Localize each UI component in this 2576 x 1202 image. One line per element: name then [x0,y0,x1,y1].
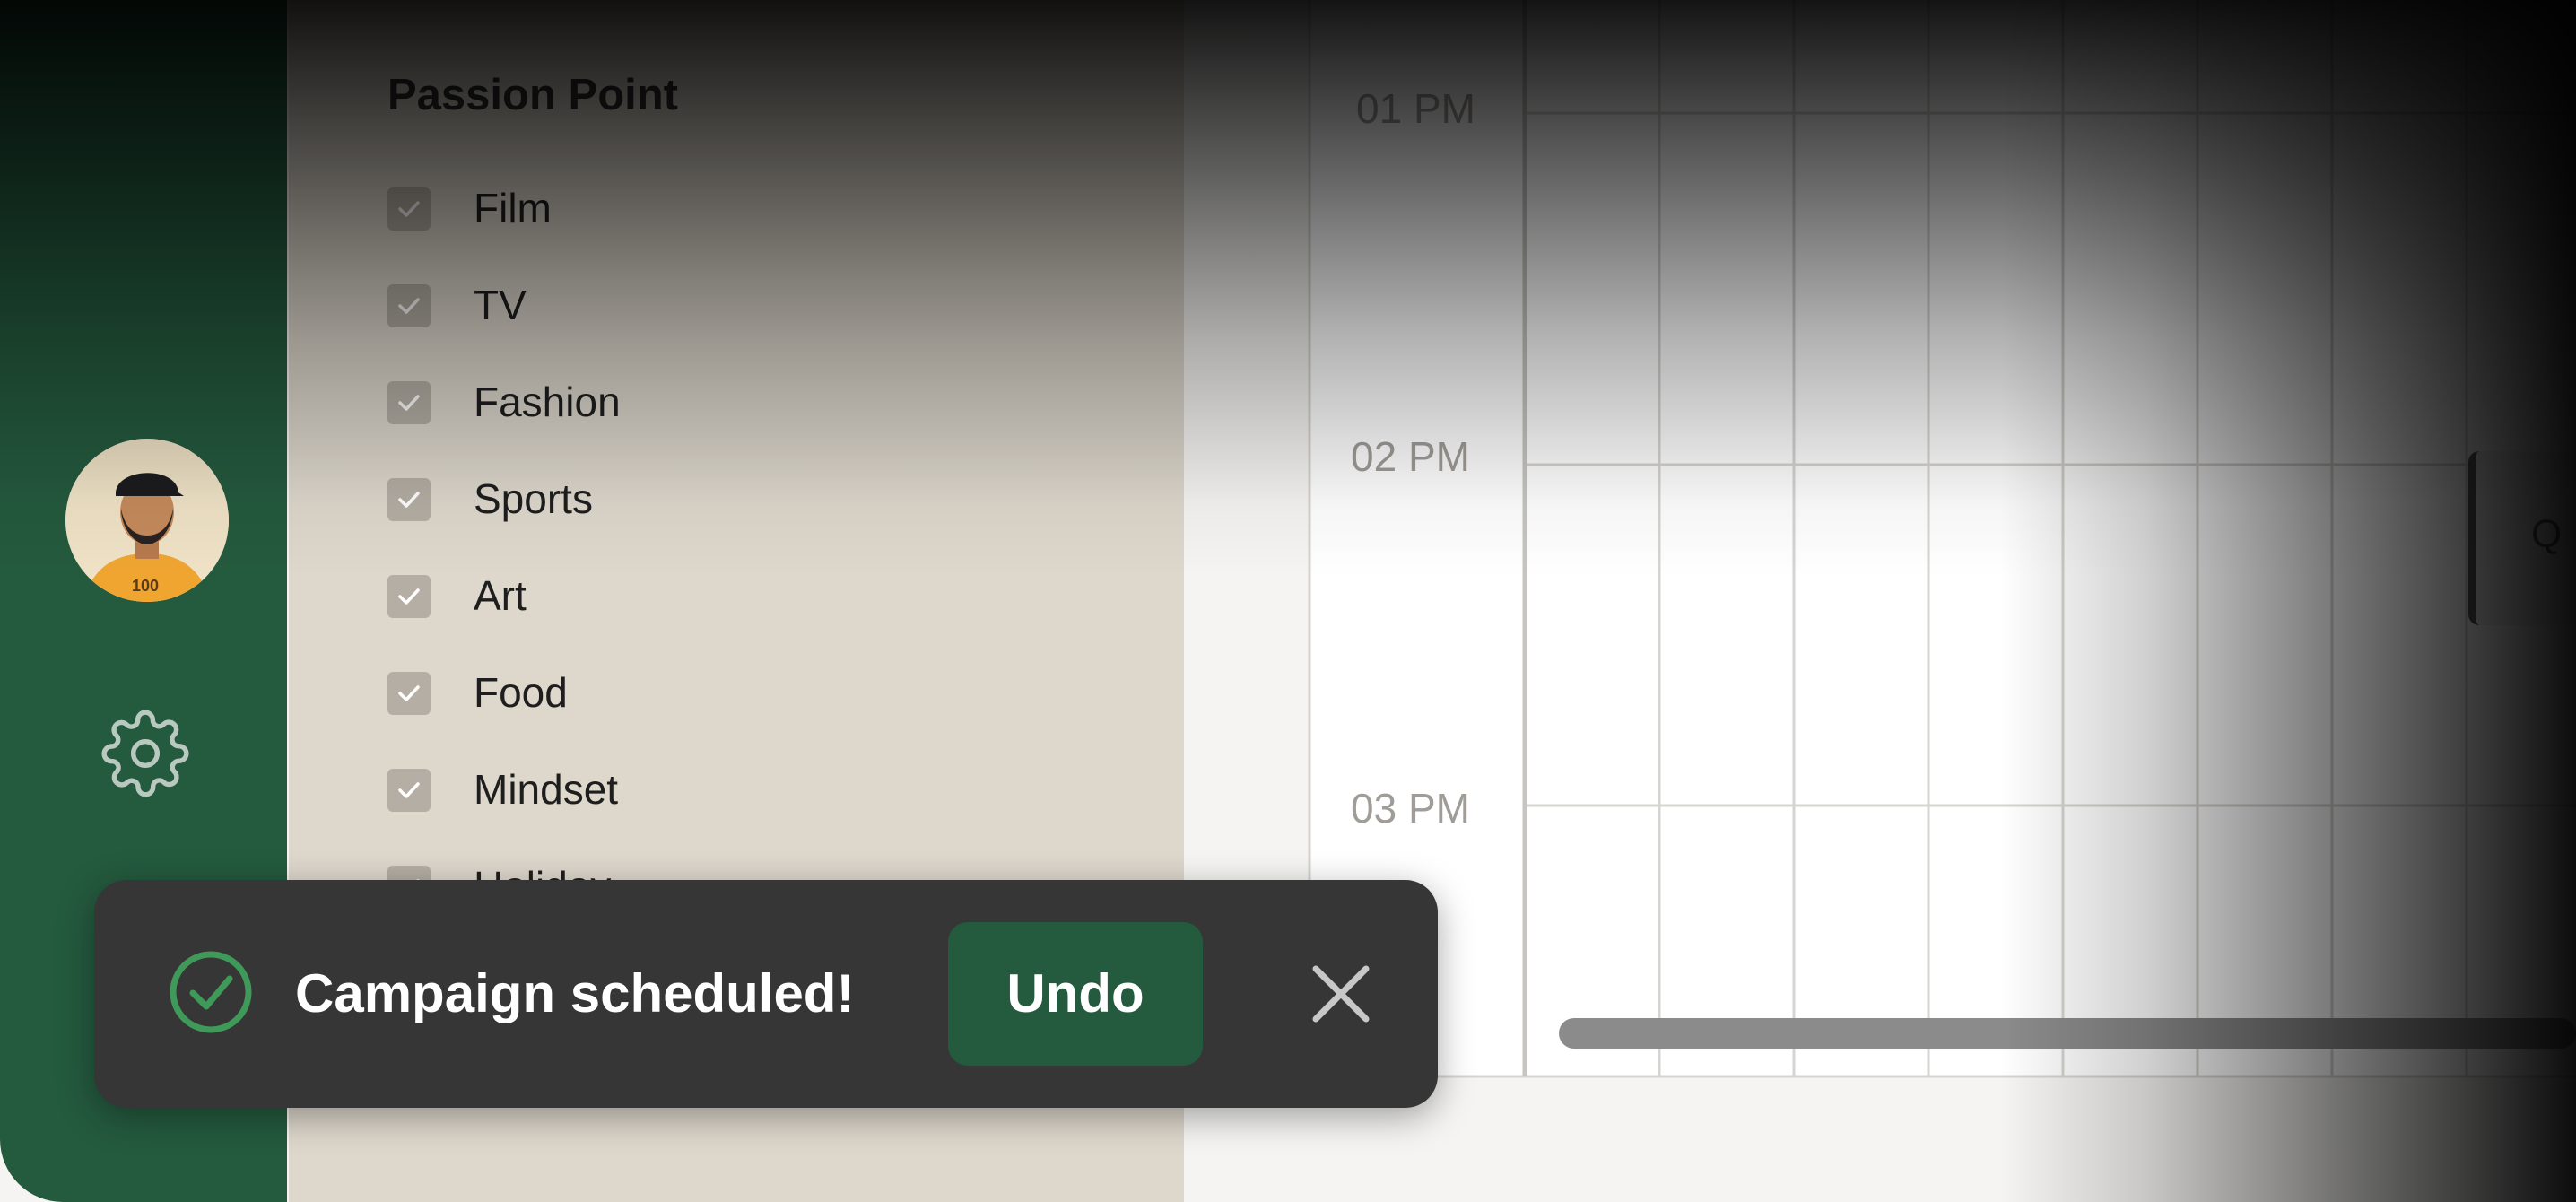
svg-text:100: 100 [132,577,159,595]
filter-label: TV [474,282,527,328]
avatar-image: 100 [65,439,229,602]
panel-title: Passion Point [387,71,679,119]
check-icon [398,395,420,411]
filter-label: Food [474,669,568,716]
gear-icon [101,710,189,797]
time-label-3pm: 03 PM [1351,785,1470,832]
time-label-2pm: 02 PM [1351,433,1470,480]
check-icon [398,492,420,508]
checkbox-film[interactable] [387,187,431,231]
check-icon [398,588,420,605]
close-toast-button[interactable] [1287,940,1395,1048]
toast-message: Campaign scheduled! [295,963,855,1023]
check-icon [398,298,420,314]
close-icon [1312,965,1370,1023]
checkbox-tv[interactable] [387,284,431,327]
filter-label: Mindset [474,766,619,813]
toast-notification: Campaign scheduled! Undo [94,880,1438,1108]
check-icon [398,201,420,217]
checkbox-fashion[interactable] [387,381,431,424]
check-circle-icon [170,951,252,1033]
filter-label: Fashion [474,379,621,425]
filter-label: Art [474,572,527,619]
filter-label: Sports [474,475,593,522]
check-icon [398,685,420,701]
checkbox-art[interactable] [387,575,431,618]
check-icon [398,782,420,798]
time-label-1pm: 01 PM [1356,85,1475,132]
checkbox-sports[interactable] [387,478,431,521]
settings-button[interactable] [100,709,190,798]
checkbox-mindset[interactable] [387,769,431,812]
event-card[interactable]: Q [2468,451,2576,625]
undo-button[interactable]: Undo [948,922,1203,1066]
event-card-label: Q [2531,512,2563,556]
filter-label: Film [474,185,552,231]
horizontal-scrollbar[interactable] [1559,1018,2576,1049]
avatar[interactable]: 100 [65,439,229,602]
checkbox-food[interactable] [387,672,431,715]
